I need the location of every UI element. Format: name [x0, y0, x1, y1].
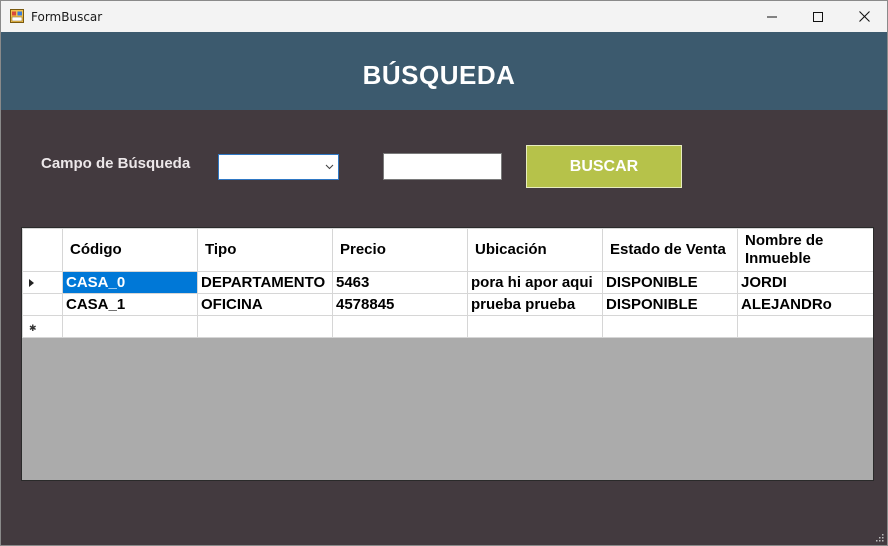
- table-cell[interactable]: pora hi apor aqui: [467, 271, 603, 294]
- table-cell[interactable]: CASA_0: [62, 271, 198, 294]
- row-header-cell[interactable]: ✱: [22, 315, 63, 338]
- resize-grip-icon[interactable]: [874, 532, 884, 542]
- table-cell[interactable]: [467, 315, 603, 338]
- table-cell[interactable]: DEPARTAMENTO: [197, 271, 333, 294]
- maximize-button[interactable]: [795, 1, 841, 32]
- column-header-nombre-inmueble[interactable]: Nombre de Inmueble: [737, 228, 873, 272]
- header-banner: BÚSQUEDA: [1, 32, 887, 110]
- close-button[interactable]: [841, 1, 887, 32]
- page-title: BÚSQUEDA: [362, 60, 516, 90]
- search-field-combobox[interactable]: [218, 154, 339, 180]
- corner-header-cell[interactable]: [22, 228, 63, 272]
- table-cell[interactable]: [602, 315, 738, 338]
- table-cell[interactable]: 5463: [332, 271, 468, 294]
- new-row[interactable]: ✱: [22, 315, 873, 338]
- table-cell[interactable]: prueba prueba: [467, 293, 603, 316]
- buscar-button[interactable]: BUSCAR: [526, 145, 682, 188]
- minimize-button[interactable]: [749, 1, 795, 32]
- column-header-tipo[interactable]: Tipo: [197, 228, 333, 272]
- table-cell[interactable]: [62, 315, 198, 338]
- table-cell[interactable]: 4578845: [332, 293, 468, 316]
- column-header-ubicacion[interactable]: Ubicación: [467, 228, 603, 272]
- column-header-codigo[interactable]: Código: [62, 228, 198, 272]
- window-title: FormBuscar: [31, 10, 103, 24]
- table-cell[interactable]: DISPONIBLE: [602, 271, 738, 294]
- table-row[interactable]: CASA_0 DEPARTAMENTO 5463 pora hi apor aq…: [22, 271, 873, 294]
- table-cell[interactable]: OFICINA: [197, 293, 333, 316]
- table-cell[interactable]: DISPONIBLE: [602, 293, 738, 316]
- search-text-input[interactable]: [383, 153, 502, 180]
- table-cell[interactable]: ALEJANDRo: [737, 293, 873, 316]
- form-buscar-window: FormBuscar BÚSQUEDA Campo de Búsqueda BU…: [0, 0, 888, 546]
- table-cell[interactable]: [737, 315, 873, 338]
- results-table: Código Tipo Precio Ubicación Estado de V…: [22, 228, 873, 338]
- close-icon: [858, 11, 870, 22]
- table-header-row: Código Tipo Precio Ubicación Estado de V…: [22, 228, 873, 272]
- column-header-precio[interactable]: Precio: [332, 228, 468, 272]
- table-cell[interactable]: CASA_1: [62, 293, 198, 316]
- table-cell[interactable]: [332, 315, 468, 338]
- row-header-cell[interactable]: [22, 271, 63, 294]
- table-cell[interactable]: JORDI: [737, 271, 873, 294]
- new-row-icon: ✱: [29, 323, 37, 333]
- table-cell[interactable]: [197, 315, 333, 338]
- row-header-cell[interactable]: [22, 293, 63, 316]
- title-bar[interactable]: FormBuscar: [1, 1, 887, 32]
- chevron-down-icon: [325, 164, 334, 170]
- column-header-estado-venta[interactable]: Estado de Venta: [602, 228, 738, 272]
- minimize-icon: [767, 16, 777, 17]
- maximize-icon: [813, 11, 823, 22]
- app-form-icon: [10, 9, 24, 23]
- row-pointer-icon: [29, 279, 34, 287]
- search-field-label: Campo de Búsqueda: [41, 155, 191, 172]
- table-row[interactable]: CASA_1 OFICINA 4578845 prueba prueba DIS…: [22, 293, 873, 316]
- results-datagrid[interactable]: Código Tipo Precio Ubicación Estado de V…: [21, 227, 874, 481]
